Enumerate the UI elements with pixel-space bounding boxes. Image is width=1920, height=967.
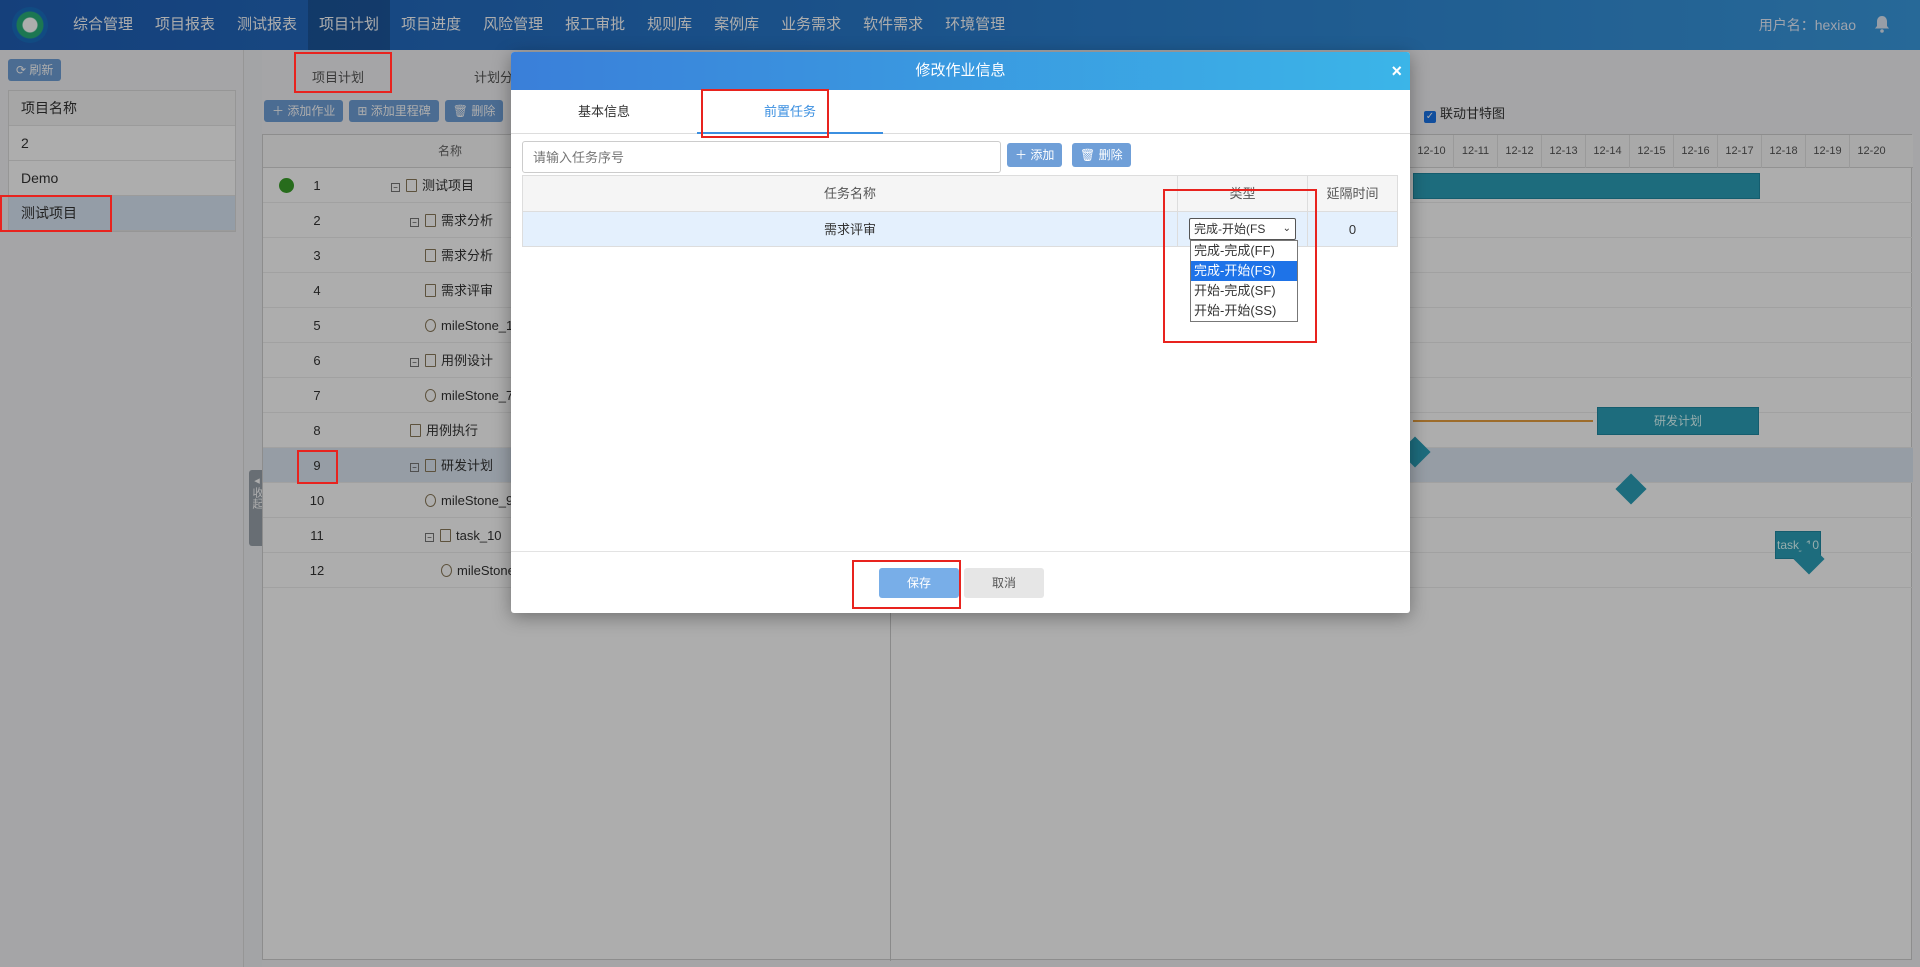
dialog-title: 修改作业信息 — [915, 62, 1006, 79]
dialog-footer: 保存 取消 — [511, 551, 1410, 613]
add-predecessor-button[interactable]: ＋ 添加 — [1007, 143, 1063, 167]
tab-predecessor[interactable]: 前置任务 — [697, 90, 883, 134]
col-delay: 延隔时间 — [1326, 186, 1379, 201]
cell-delay[interactable]: 0 — [1308, 212, 1397, 246]
type-select[interactable]: 完成-开始(FS ⌄ — [1189, 218, 1296, 240]
option-ff[interactable]: 完成-完成(FF) — [1191, 241, 1297, 261]
delete-predecessor-button[interactable]: 🗑 删除 — [1072, 143, 1131, 167]
col-type: 类型 — [1178, 176, 1308, 211]
dialog-tabs: 基本信息 前置任务 — [511, 90, 1410, 134]
tab-basic-info[interactable]: 基本信息 — [511, 90, 697, 134]
dialog-header: 修改作业信息 × — [511, 52, 1410, 90]
task-number-input[interactable] — [522, 141, 1001, 173]
col-task-name: 任务名称 — [523, 176, 1178, 211]
close-icon[interactable]: × — [1391, 52, 1402, 90]
save-button[interactable]: 保存 — [879, 568, 959, 598]
chevron-down-icon: ⌄ — [1282, 223, 1291, 234]
predecessor-table: 任务名称 类型 延隔时间 需求评审 完成-开始(FS ⌄ 0 — [522, 175, 1398, 247]
add-label: 添加 — [1030, 148, 1055, 162]
option-fs[interactable]: 完成-开始(FS) — [1191, 261, 1297, 281]
delete-label: 删除 — [1098, 148, 1123, 162]
type-dropdown-list: 完成-完成(FF) 完成-开始(FS) 开始-完成(SF) 开始-开始(SS) — [1190, 240, 1298, 322]
cancel-button[interactable]: 取消 — [964, 568, 1044, 598]
option-sf[interactable]: 开始-完成(SF) — [1191, 281, 1297, 301]
cell-task-name: 需求评审 — [523, 212, 1178, 246]
table-header: 任务名称 类型 延隔时间 — [523, 176, 1397, 211]
option-ss[interactable]: 开始-开始(SS) — [1191, 301, 1297, 321]
type-select-value: 完成-开始(FS — [1194, 222, 1266, 236]
edit-task-dialog: 修改作业信息 × 基本信息 前置任务 ＋ 添加 🗑 删除 任务名称 类型 延隔时… — [511, 52, 1410, 613]
